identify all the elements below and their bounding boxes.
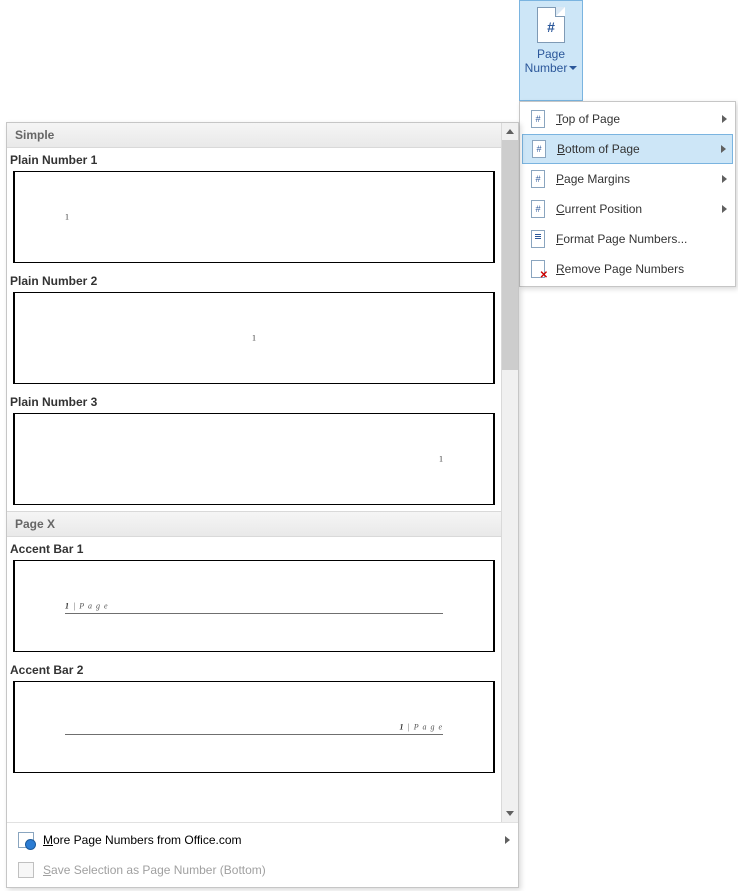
save-selection-page-number: Save Selection as Page Number (Bottom) xyxy=(9,855,516,885)
gallery-item-title: Plain Number 1 xyxy=(7,148,501,171)
page-number-menu: Top of Page Bottom of Page Page Margins … xyxy=(519,101,736,287)
dropdown-triangle-icon xyxy=(569,66,577,70)
gallery-item-title: Plain Number 2 xyxy=(7,269,501,292)
menu-bottom-of-page[interactable]: Bottom of Page xyxy=(522,134,733,164)
submenu-arrow-icon xyxy=(722,175,727,183)
menu-remove-page-numbers[interactable]: ✕ Remove Page Numbers xyxy=(522,254,733,284)
gallery-item-plain-number-3[interactable]: 1 xyxy=(13,413,495,505)
page-hash-icon xyxy=(527,137,551,161)
submenu-arrow-icon xyxy=(721,145,726,153)
format-page-numbers-icon xyxy=(526,227,550,251)
menu-top-of-page[interactable]: Top of Page xyxy=(522,104,733,134)
page-hash-icon xyxy=(526,197,550,221)
page-number-sample: 1 xyxy=(252,334,256,343)
remove-page-numbers-icon: ✕ xyxy=(526,257,550,281)
gallery-item-accent-bar-2[interactable]: 1 | P a g e xyxy=(13,681,495,773)
gallery-group-pagex: Page X xyxy=(7,511,501,537)
scroll-thumb[interactable] xyxy=(502,140,518,370)
page-number-icon xyxy=(537,7,565,43)
gallery-scrollbar[interactable] xyxy=(501,123,518,822)
scroll-up-button[interactable] xyxy=(502,123,518,140)
gallery-item-accent-bar-1[interactable]: 1 | P a g e xyxy=(13,560,495,652)
menu-page-margins[interactable]: Page Margins xyxy=(522,164,733,194)
gallery-item-title: Accent Bar 1 xyxy=(7,537,501,560)
page-number-ribbon-button[interactable]: Page Number xyxy=(519,0,583,101)
menu-current-position[interactable]: Current Position xyxy=(522,194,733,224)
accent-bar-label: 1 | P a g e xyxy=(400,723,444,732)
page-number-label: Page Number xyxy=(525,47,578,75)
scroll-down-button[interactable] xyxy=(502,805,518,822)
office-com-icon xyxy=(15,830,37,850)
page-number-sample: 1 xyxy=(65,213,69,222)
gallery-group-simple: Simple xyxy=(7,123,501,148)
submenu-arrow-icon xyxy=(722,205,727,213)
page-number-sample: 1 xyxy=(439,455,443,464)
save-selection-icon xyxy=(15,860,37,880)
menu-format-page-numbers[interactable]: Format Page Numbers... xyxy=(522,224,733,254)
page-hash-icon xyxy=(526,107,550,131)
more-page-numbers-office[interactable]: More Page Numbers from Office.com xyxy=(9,825,516,855)
submenu-arrow-icon xyxy=(505,836,510,844)
gallery-item-plain-number-1[interactable]: 1 xyxy=(13,171,495,263)
accent-bar-label: 1 | P a g e xyxy=(65,602,109,611)
gallery-item-title: Plain Number 3 xyxy=(7,390,501,413)
gallery-item-title: Accent Bar 2 xyxy=(7,658,501,681)
bottom-of-page-gallery: Simple Plain Number 1 1 Plain Number 2 1… xyxy=(6,122,519,888)
scroll-track[interactable] xyxy=(502,140,518,805)
gallery-scroll-area: Simple Plain Number 1 1 Plain Number 2 1… xyxy=(7,123,501,822)
page-hash-icon xyxy=(526,167,550,191)
submenu-arrow-icon xyxy=(722,115,727,123)
gallery-item-plain-number-2[interactable]: 1 xyxy=(13,292,495,384)
